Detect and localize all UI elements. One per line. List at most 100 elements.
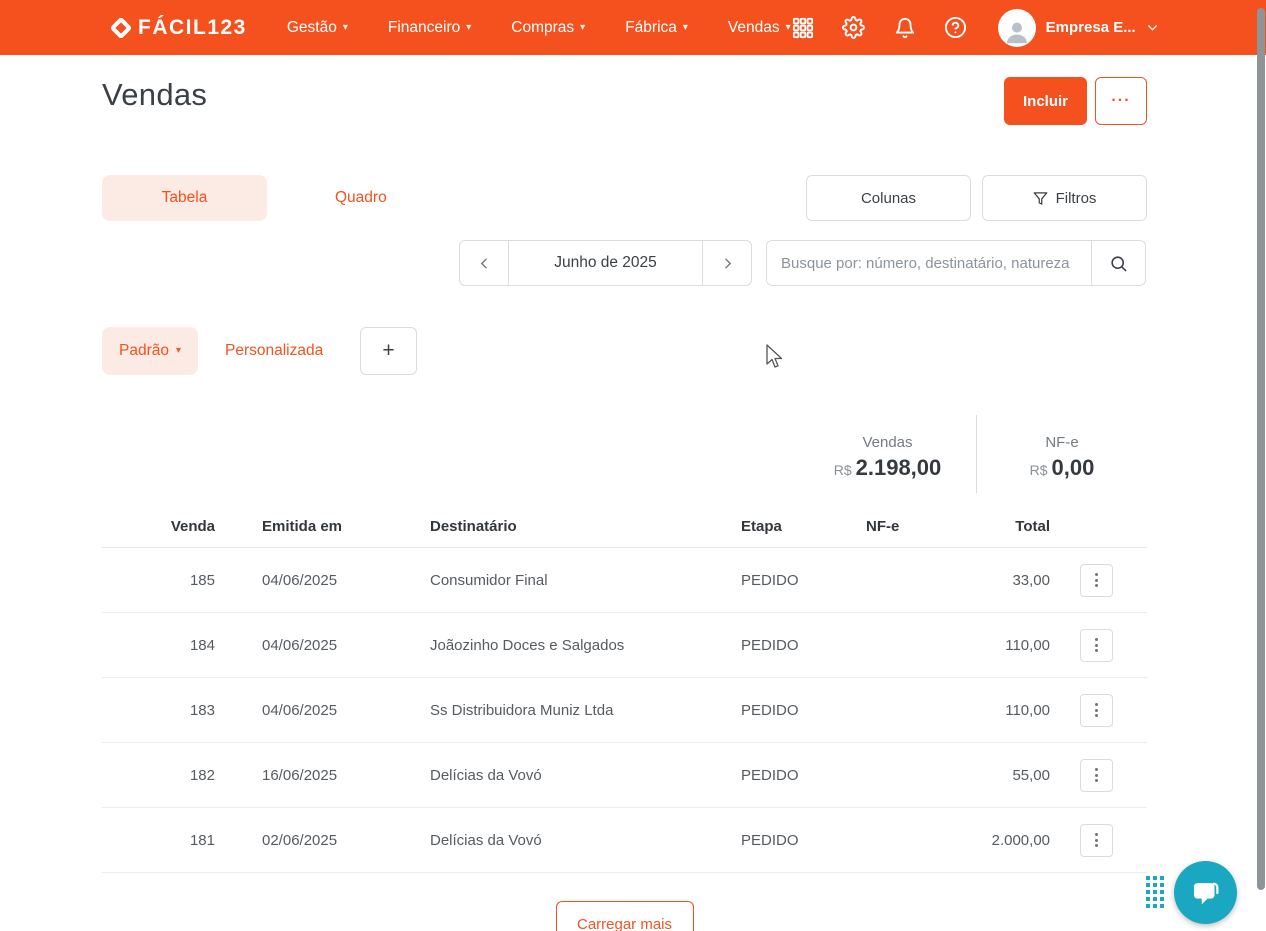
totals-summary: Vendas R$2.198,00 NF-e R$0,00	[102, 415, 1147, 493]
menu-item-compras[interactable]: Compras ▾	[511, 19, 585, 37]
cell-destinatario: Ss Distribuidora Muniz Ltda	[375, 702, 695, 719]
page-title: Vendas	[102, 77, 207, 113]
search-bar	[766, 240, 1146, 286]
help-icon[interactable]	[944, 16, 968, 40]
menu-item-vendas[interactable]: Vendas ▾	[728, 19, 791, 37]
summary-vendas: Vendas R$2.198,00	[799, 415, 976, 493]
table-row[interactable]: 185 04/06/2025 Consumidor Final PEDIDO 3…	[102, 548, 1147, 613]
main-content: Vendas Incluir ... Tabela Quadro Colunas…	[102, 77, 1147, 931]
cell-total: 2.000,00	[920, 832, 1050, 849]
cell-etapa: PEDIDO	[695, 637, 815, 654]
search-icon	[1109, 254, 1128, 273]
header-etapa: Etapa	[695, 518, 815, 535]
settings-gear-icon[interactable]	[842, 16, 866, 40]
summary-nfe-value: R$0,00	[977, 455, 1147, 481]
cell-venda: 182	[102, 767, 215, 784]
header-total: Total	[920, 518, 1050, 535]
row-actions-button[interactable]	[1080, 824, 1113, 857]
caret-down-icon: ▾	[683, 23, 688, 33]
currency-prefix: R$	[834, 462, 852, 478]
caret-down-icon: ▾	[466, 23, 471, 33]
summary-nfe-label: NF-e	[977, 434, 1147, 451]
kebab-menu-icon	[1095, 833, 1098, 836]
table-row[interactable]: 183 04/06/2025 Ss Distribuidora Muniz Lt…	[102, 678, 1147, 743]
cell-emitida-em: 04/06/2025	[215, 637, 375, 654]
currency-prefix: R$	[1030, 462, 1048, 478]
top-navbar: FÁCIL123 Gestão ▾ Financeiro ▾ Compras ▾…	[0, 0, 1266, 55]
kebab-menu-icon	[1095, 638, 1098, 641]
view-custom-pill[interactable]: Personalizada	[225, 342, 322, 360]
chevron-left-icon	[478, 257, 491, 270]
cell-destinatario: Consumidor Final	[375, 572, 695, 589]
brand-logo[interactable]: FÁCIL123	[113, 16, 247, 40]
header-venda: Venda	[102, 518, 215, 535]
columns-button[interactable]: Colunas	[806, 175, 971, 221]
summary-amount: 0,00	[1052, 455, 1095, 480]
tab-quadro[interactable]: Quadro	[315, 175, 407, 221]
caret-down-icon: ▾	[786, 23, 791, 33]
tab-tabela[interactable]: Tabela	[102, 175, 267, 221]
sales-table: Venda Emitida em Destinatário Etapa NF-e…	[102, 506, 1147, 873]
chat-icon	[1189, 876, 1223, 910]
cell-etapa: PEDIDO	[695, 767, 815, 784]
kebab-menu-icon	[1095, 573, 1098, 576]
cell-venda: 183	[102, 702, 215, 719]
cell-etapa: PEDIDO	[695, 702, 815, 719]
menu-item-label: Vendas	[728, 19, 780, 37]
caret-down-icon: ▾	[580, 23, 585, 33]
cell-emitida-em: 16/06/2025	[215, 767, 375, 784]
view-tabs: Tabela Quadro	[102, 175, 407, 221]
period-label[interactable]: Junho de 2025	[508, 241, 703, 285]
search-button[interactable]	[1091, 241, 1145, 285]
table-header-row: Venda Emitida em Destinatário Etapa NF-e…	[102, 506, 1147, 548]
menu-item-label: Fábrica	[625, 19, 677, 37]
chevron-down-icon	[1146, 21, 1159, 34]
caret-down-icon: ▾	[343, 23, 348, 33]
cell-total: 55,00	[920, 767, 1050, 784]
menu-item-label: Gestão	[287, 19, 337, 37]
filter-funnel-icon	[1033, 191, 1048, 206]
add-view-button[interactable]: +	[360, 327, 417, 375]
table-row[interactable]: 184 04/06/2025 Joãozinho Doces e Salgado…	[102, 613, 1147, 678]
next-period-button[interactable]	[703, 241, 751, 285]
row-actions-button[interactable]	[1080, 629, 1113, 662]
table-row[interactable]: 181 02/06/2025 Delícias da Vovó PEDIDO 2…	[102, 808, 1147, 873]
row-actions-button[interactable]	[1080, 564, 1113, 597]
caret-down-icon: ▾	[176, 346, 181, 356]
cell-total: 110,00	[920, 637, 1050, 654]
brand-diamond-icon	[110, 16, 133, 39]
table-row[interactable]: 182 16/06/2025 Delícias da Vovó PEDIDO 5…	[102, 743, 1147, 808]
account-menu[interactable]: Empresa E...	[998, 9, 1159, 47]
kebab-menu-icon	[1095, 703, 1098, 706]
chat-widget-button[interactable]	[1174, 861, 1237, 924]
menu-item-financeiro[interactable]: Financeiro ▾	[388, 19, 471, 37]
vertical-scrollbar[interactable]	[1257, 8, 1265, 890]
chat-drag-handle[interactable]	[1146, 876, 1164, 908]
cell-destinatario: Delícias da Vovó	[375, 832, 695, 849]
row-actions-button[interactable]	[1080, 694, 1113, 727]
period-selector: Junho de 2025	[459, 240, 752, 286]
view-default-pill[interactable]: Padrão ▾	[102, 327, 198, 375]
menu-item-gestao[interactable]: Gestão ▾	[287, 19, 348, 37]
load-more-button[interactable]: Carregar mais	[556, 901, 694, 931]
notifications-bell-icon[interactable]	[893, 16, 917, 40]
row-actions-button[interactable]	[1080, 759, 1113, 792]
apps-grid-icon[interactable]	[791, 16, 815, 40]
view-default-label: Padrão	[119, 342, 169, 360]
menu-item-label: Financeiro	[388, 19, 460, 37]
menu-item-fabrica[interactable]: Fábrica ▾	[625, 19, 688, 37]
cell-destinatario: Joãozinho Doces e Salgados	[375, 637, 695, 654]
cell-total: 110,00	[920, 702, 1050, 719]
columns-button-label: Colunas	[861, 190, 916, 207]
previous-period-button[interactable]	[460, 241, 508, 285]
include-button[interactable]: Incluir	[1004, 77, 1087, 125]
cell-total: 33,00	[920, 572, 1050, 589]
cell-venda: 184	[102, 637, 215, 654]
cell-etapa: PEDIDO	[695, 832, 815, 849]
more-options-button[interactable]: ...	[1095, 77, 1147, 125]
cell-emitida-em: 04/06/2025	[215, 702, 375, 719]
filters-button[interactable]: Filtros	[982, 175, 1147, 221]
search-input[interactable]	[767, 241, 1091, 285]
summary-nfe: NF-e R$0,00	[977, 415, 1147, 493]
header-destinatario: Destinatário	[375, 518, 695, 535]
